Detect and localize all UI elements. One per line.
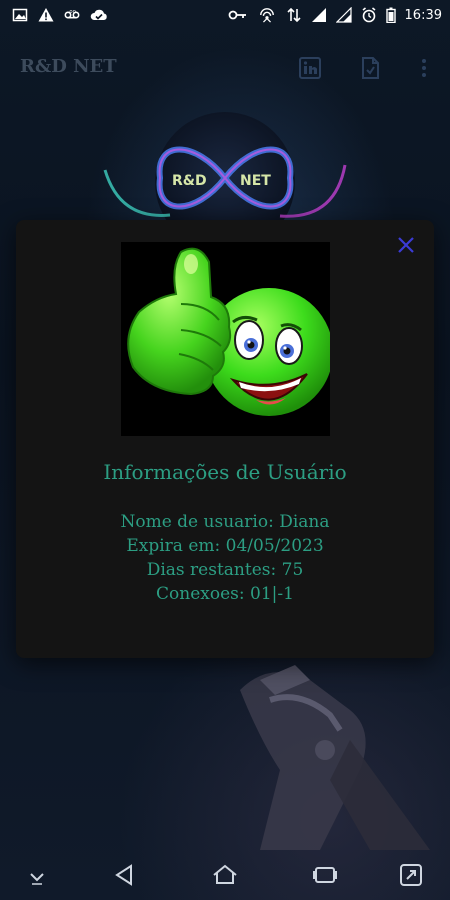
dialog-title: Informações de Usuário (103, 460, 347, 484)
home-icon[interactable] (212, 862, 238, 888)
signal-icon (311, 8, 326, 22)
close-icon[interactable] (395, 234, 417, 256)
more-vert-icon[interactable] (412, 56, 436, 80)
days-remaining-line: Dias restantes: 75 (146, 560, 304, 580)
user-info-list: Nome de usuario: Diana Expira em: 04/05/… (16, 510, 434, 606)
screenshot-icon[interactable] (398, 862, 424, 888)
linkedin-icon[interactable] (298, 56, 322, 80)
rd-net-logo: R&D NET (103, 146, 347, 218)
cloud-check-icon (90, 9, 107, 20)
thumbs-up-smiley-image (121, 242, 330, 436)
status-bar: oo 16:39 (0, 0, 450, 32)
data-arrows-icon (286, 7, 301, 23)
voicemail-icon: oo (64, 9, 80, 19)
expiry-line: Expira em: 04/05/2023 (126, 536, 324, 556)
alarm-icon (362, 7, 376, 23)
system-nav-bar (0, 852, 450, 900)
key-icon (228, 10, 246, 20)
signal-icon (335, 7, 352, 23)
warning-icon (38, 8, 54, 22)
image-icon (12, 8, 28, 22)
status-time: 16:39 (404, 7, 442, 23)
username-line: Nome de usuario: Diana (120, 512, 330, 532)
svg-text:NET: NET (240, 173, 271, 189)
app-title: R&D NET (20, 56, 117, 77)
recents-icon[interactable] (312, 862, 338, 888)
hide-keyboard-icon[interactable] (24, 862, 50, 888)
user-info-dialog: Informações de Usuário Nome de usuario: … (16, 220, 434, 658)
svg-text:oo: oo (69, 9, 76, 15)
back-icon[interactable] (112, 862, 138, 888)
hotspot-icon (259, 8, 274, 23)
connections-line: Conexoes: 01|-1 (156, 584, 294, 604)
document-icon[interactable] (358, 56, 382, 80)
robot-arm-illustration (240, 665, 430, 850)
thumbs-up-smiley-icon (127, 247, 330, 416)
svg-text:R&D: R&D (172, 173, 207, 189)
battery-icon (385, 7, 396, 23)
app-bar: R&D NET (0, 44, 450, 90)
